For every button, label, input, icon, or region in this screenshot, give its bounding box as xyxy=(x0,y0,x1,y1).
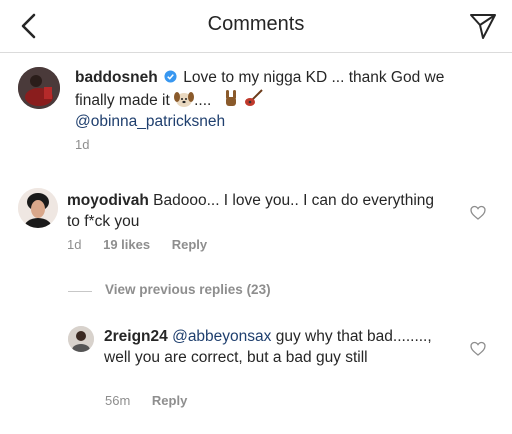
reply-text: 2reign24 @abbeyonsax guy why that bad...… xyxy=(104,326,444,368)
reply-time: 56m xyxy=(105,393,131,408)
comment-username[interactable]: moyodivah xyxy=(67,192,149,209)
dog-face-icon xyxy=(174,92,195,107)
reply-meta: 56m Reply xyxy=(105,393,205,408)
heart-icon[interactable] xyxy=(470,341,486,357)
verified-badge-icon xyxy=(164,70,177,83)
comment-meta: 1d 19 likes Reply xyxy=(67,237,225,252)
caption-mention[interactable]: @obinna_patricksneh xyxy=(75,113,225,130)
caption-text: baddosneh Love to my nigga KD ... thank … xyxy=(75,67,475,132)
comment-reply-button[interactable]: Reply xyxy=(172,237,207,252)
view-previous-replies-button[interactable]: View previous replies (23) xyxy=(105,282,271,297)
avatar[interactable] xyxy=(68,326,94,352)
page-title: Comments xyxy=(207,13,305,35)
caption-username[interactable]: baddosneh xyxy=(75,69,158,86)
avatar[interactable] xyxy=(18,188,58,228)
reply-reply-button[interactable]: Reply xyxy=(152,393,187,408)
caption-time: 1d xyxy=(75,137,90,152)
caption-meta: 1d xyxy=(75,137,107,152)
reply-mention[interactable]: @abbeyonsax xyxy=(172,328,271,345)
rock-hand-icon xyxy=(225,90,236,106)
top-bar: Comments xyxy=(0,0,512,53)
comment-text: moyodivah Badooo... I love you.. I can d… xyxy=(67,190,447,232)
replies-divider xyxy=(68,291,92,292)
comment-time: 1d xyxy=(67,237,82,252)
caption-ellipsis: .... xyxy=(194,92,212,109)
avatar[interactable] xyxy=(18,67,60,109)
paper-plane-icon[interactable] xyxy=(468,12,498,40)
heart-icon[interactable] xyxy=(470,205,486,221)
guitar-icon xyxy=(244,89,263,106)
reply-username[interactable]: 2reign24 xyxy=(104,328,168,345)
comment-likes[interactable]: 19 likes xyxy=(103,237,150,252)
